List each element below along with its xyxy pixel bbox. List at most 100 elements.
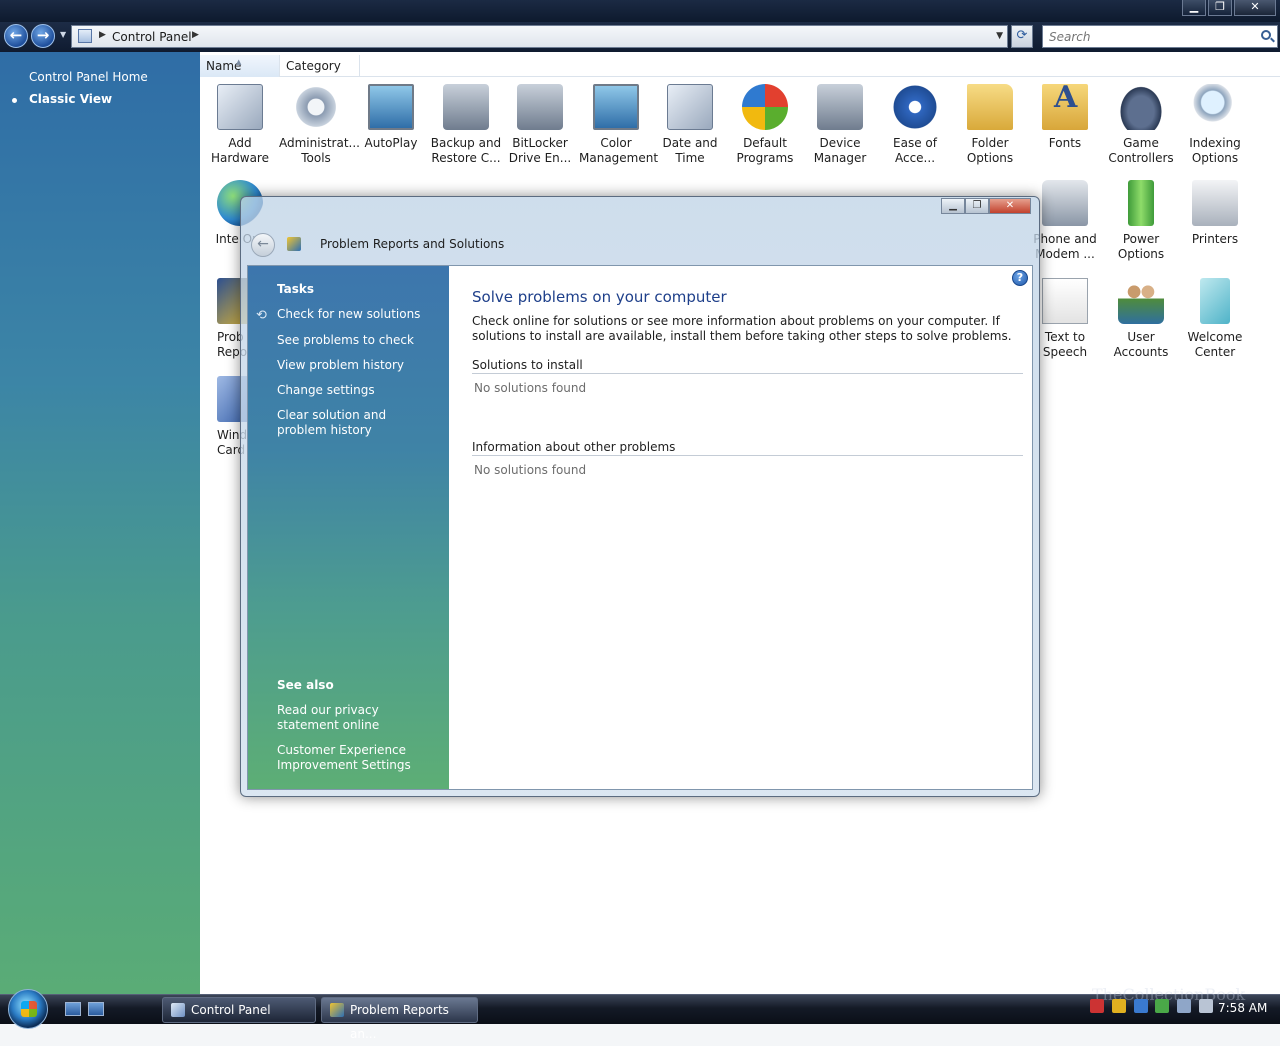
dialog-main-pane: ? Solve problems on your computer Check … (449, 266, 1032, 789)
column-name[interactable]: ▲ Name (200, 55, 280, 77)
cp-item-add-hardware[interactable]: Add Hardware (203, 84, 277, 166)
breadcrumb-chevron-icon[interactable]: ▶ (99, 30, 106, 40)
link-privacy-statement[interactable]: Read our privacy statement online (277, 703, 437, 733)
cp-item-label: Indexing Options (1189, 136, 1241, 165)
solutions-status: No solutions found (474, 381, 587, 395)
cp-item-power-options[interactable]: Power Options (1104, 180, 1178, 262)
forward-button[interactable]: → (31, 24, 55, 48)
window-controls: ▁ ❐ ✕ (1182, 0, 1276, 18)
dialog-maximize-button[interactable]: ❐ (965, 198, 989, 214)
cp-item-label: Date and Time (662, 136, 718, 165)
classic-view-link[interactable]: Classic View (29, 92, 112, 106)
cp-item-user-accounts[interactable]: User Accounts (1104, 278, 1178, 360)
cp-item-default-programs[interactable]: Default Programs (728, 84, 802, 166)
dialog-close-button[interactable]: ✕ (989, 198, 1031, 214)
task-check-new-solutions[interactable]: Check for new solutions (277, 307, 437, 322)
breadcrumb-chevron-icon[interactable]: ▶ (192, 30, 199, 40)
cp-item-color-management[interactable]: Color Management (579, 84, 659, 166)
cp-item-label: Welcome Center (1187, 330, 1243, 359)
history-dropdown-icon[interactable]: ▼ (60, 30, 66, 39)
cp-item-fonts[interactable]: Fonts (1028, 84, 1102, 151)
section-other-problems: Information about other problems (472, 440, 1023, 456)
show-desktop-icon[interactable] (65, 1002, 81, 1016)
problem-reports-app-icon (330, 1003, 344, 1017)
search-box[interactable] (1042, 25, 1278, 48)
taskbar-button-label: Control Panel (191, 1003, 271, 1017)
address-dropdown-icon[interactable]: ▼ (996, 31, 1003, 41)
tasks-header: Tasks (277, 282, 315, 296)
cp-item-label: Folder Options (966, 136, 1014, 165)
search-icon[interactable] (1261, 30, 1271, 40)
control-panel-home-link[interactable]: Control Panel Home (29, 70, 148, 84)
close-button[interactable]: ✕ (1234, 0, 1276, 16)
window-titlebar: ▁ ❐ ✕ (0, 0, 1280, 22)
security-shield-icon[interactable] (1111, 999, 1126, 1013)
cp-item-label: Default Programs (736, 136, 794, 165)
link-ceip-settings[interactable]: Customer Experience Improvement Settings (277, 743, 437, 773)
cp-item-date-time[interactable]: Date and Time (653, 84, 727, 166)
cp-item-label: Fonts (1048, 136, 1082, 150)
cp-item-bitlocker[interactable]: BitLocker Drive En... (503, 84, 577, 166)
cp-item-folder-options[interactable]: Folder Options (953, 84, 1027, 166)
clock[interactable]: 7:58 AM (1218, 1001, 1267, 1015)
task-see-problems-to-check[interactable]: See problems to check (277, 333, 437, 348)
cp-item-label: Ease of Acce... (893, 136, 937, 165)
folder-options-icon (967, 84, 1013, 130)
column-category[interactable]: Category (280, 55, 360, 77)
default-programs-icon (742, 84, 788, 130)
help-icon[interactable]: ? (1012, 270, 1028, 286)
cp-item-backup-restore[interactable]: Backup and Restore C... (429, 84, 503, 166)
task-view-problem-history[interactable]: View problem history (277, 358, 437, 373)
network-icon[interactable] (1177, 999, 1192, 1013)
task-clear-history[interactable]: Clear solution and problem history (277, 408, 437, 438)
left-navigation-pane: Control Panel Home Classic View (0, 52, 200, 994)
column-header: ▲ Name Category (200, 55, 1280, 77)
power-options-icon (1128, 180, 1154, 226)
task-change-settings[interactable]: Change settings (277, 383, 437, 398)
cp-item-device-manager[interactable]: Device Manager (803, 84, 877, 166)
volume-icon[interactable] (1199, 999, 1214, 1013)
cp-item-administrative-tools[interactable]: Administrat... Tools (279, 84, 360, 166)
restore-button[interactable]: ❐ (1208, 0, 1232, 16)
cp-item-autoplay[interactable]: AutoPlay (354, 84, 428, 151)
device-manager-icon (817, 84, 863, 130)
network-error-icon[interactable] (1090, 999, 1104, 1013)
add-hardware-icon (217, 84, 263, 130)
sort-ascending-icon: ▲ (236, 58, 242, 66)
minimize-button[interactable]: ▁ (1182, 0, 1206, 16)
search-input[interactable] (1047, 27, 1247, 47)
dialog-title: Problem Reports and Solutions (320, 237, 505, 251)
section-solutions-to-install: Solutions to install (472, 358, 1023, 374)
cp-item-welcome-center[interactable]: Welcome Center (1178, 278, 1252, 360)
tasks-pane: Tasks ⟲ Check for new solutions See prob… (248, 266, 449, 789)
cp-item-printers[interactable]: Printers (1178, 180, 1252, 247)
dialog-minimize-button[interactable]: ▁ (941, 198, 965, 214)
ease-of-access-icon (892, 84, 938, 130)
dialog-back-button[interactable]: ← (251, 233, 275, 257)
color-management-icon (593, 84, 639, 130)
control-panel-icon (78, 29, 92, 43)
taskbar-button-problem-reports[interactable]: Problem Reports an... (321, 997, 478, 1041)
taskbar-button-control-panel[interactable]: Control Panel (162, 997, 316, 1023)
column-category-label: Category (286, 59, 341, 73)
breadcrumb-control-panel[interactable]: Control Panel (112, 30, 192, 44)
taskbar-button-label: Problem Reports an... (350, 1003, 449, 1041)
other-problems-status: No solutions found (474, 463, 587, 477)
text-to-speech-icon (1042, 278, 1088, 324)
page-title: Solve problems on your computer (472, 288, 727, 306)
refresh-button[interactable]: ⟳ (1011, 25, 1033, 48)
cp-item-indexing-options[interactable]: Indexing Options (1178, 84, 1252, 166)
cp-item-ease-of-access[interactable]: Ease of Acce... (878, 84, 952, 166)
display-icon[interactable] (1133, 999, 1148, 1013)
back-button[interactable]: ← (4, 24, 28, 48)
dialog-window-controls: ▁ ❐ ✕ (941, 198, 1031, 214)
cp-item-label: Game Controllers (1108, 136, 1174, 165)
cp-item-label: Color Management (579, 136, 659, 165)
start-button[interactable] (8, 989, 48, 1029)
cp-item-label: Backup and Restore C... (430, 136, 502, 165)
address-bar[interactable]: ▶ Control Panel ▶ ▼ (71, 25, 1008, 48)
cp-item-game-controllers[interactable]: Game Controllers (1104, 84, 1178, 166)
update-icon[interactable] (1155, 999, 1170, 1013)
switch-windows-icon[interactable] (88, 1002, 104, 1016)
cp-item-label: Power Options (1117, 232, 1165, 261)
